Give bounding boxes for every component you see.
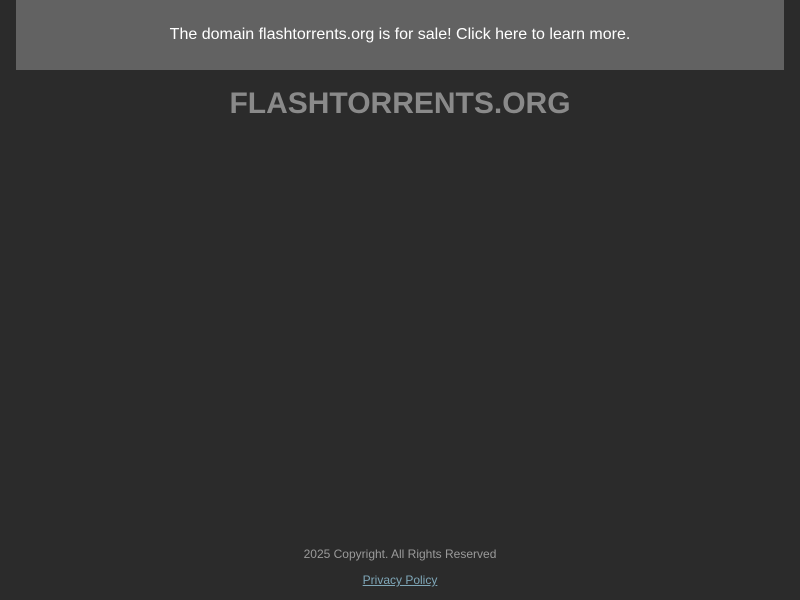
domain-sale-banner[interactable]: The domain flashtorrents.org is for sale… (16, 0, 784, 70)
copyright-text: 2025 Copyright. All Rights Reserved (303, 547, 497, 561)
footer: 2025 Copyright. All Rights Reserved Priv… (0, 546, 800, 589)
domain-title: FLASHTORRENTS.ORG (229, 87, 571, 120)
domain-sale-banner-text[interactable]: The domain flashtorrents.org is for sale… (170, 27, 631, 43)
privacy-policy-link[interactable]: Privacy Policy (363, 572, 438, 588)
page: The domain flashtorrents.org is for sale… (0, 0, 800, 600)
